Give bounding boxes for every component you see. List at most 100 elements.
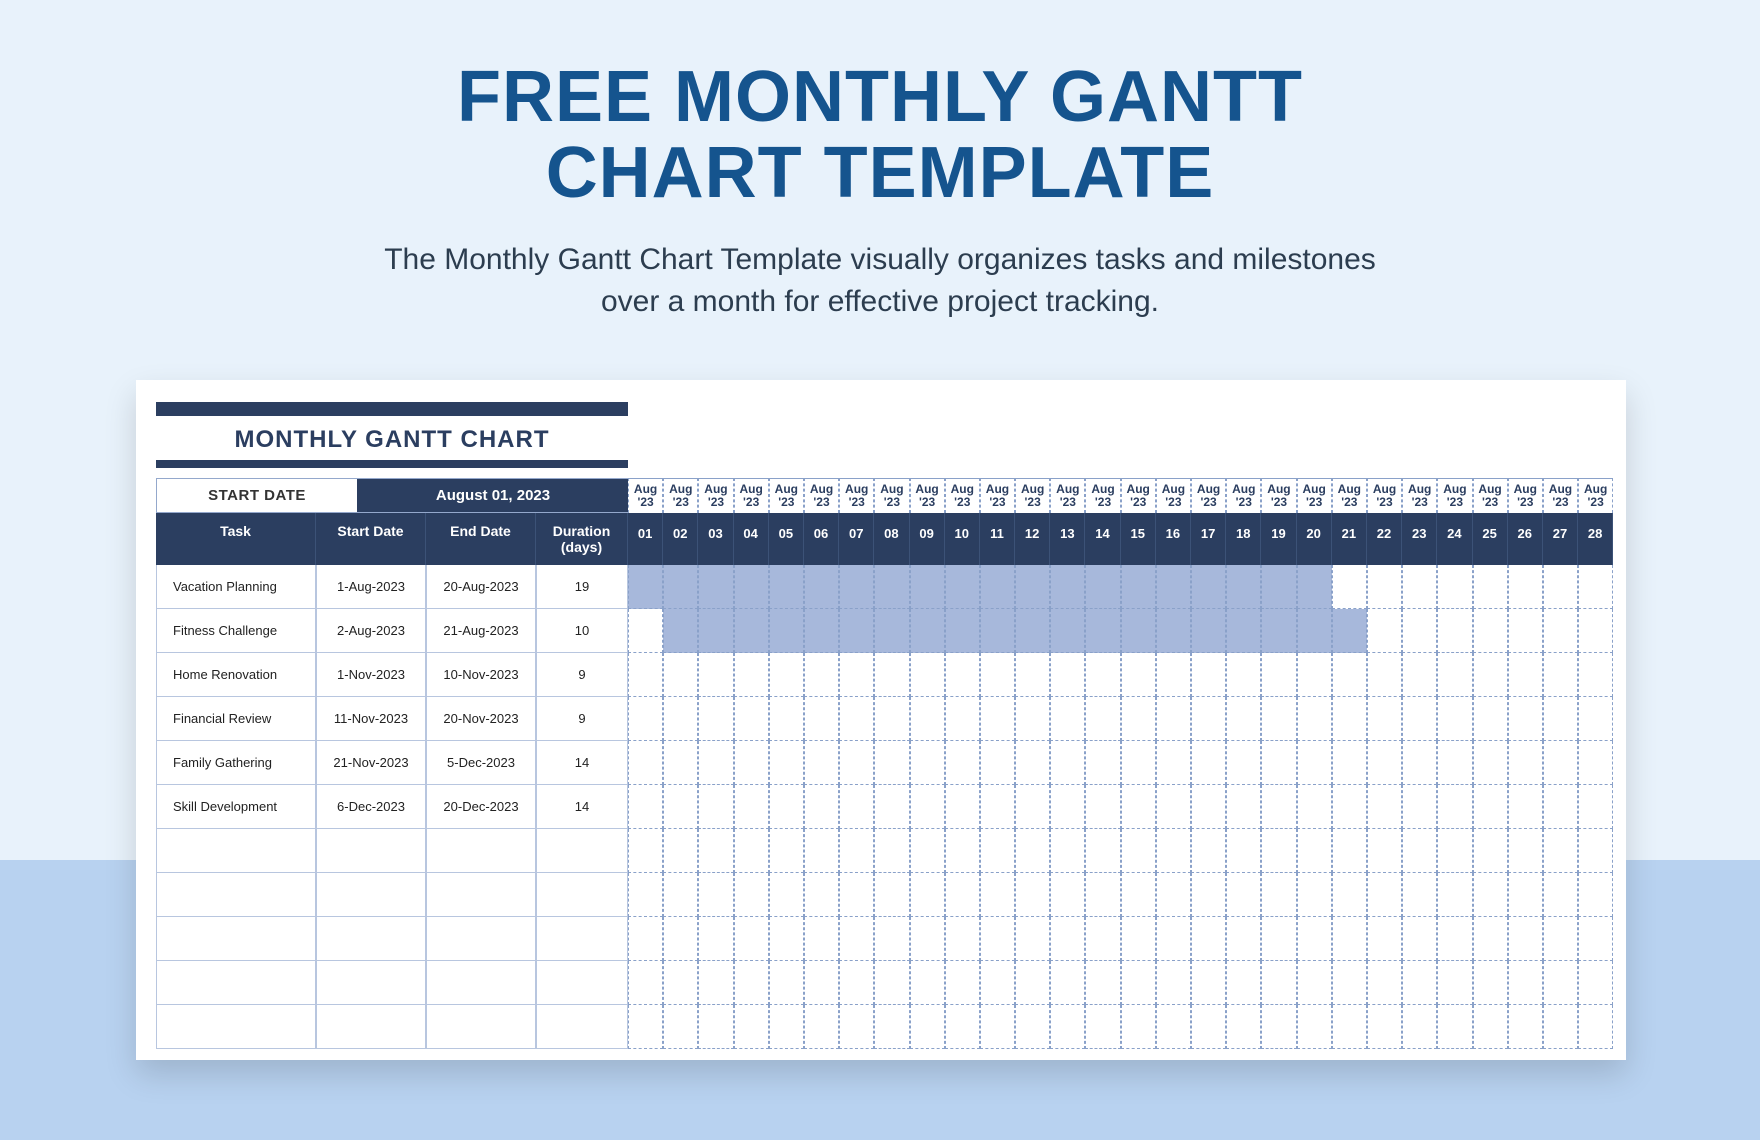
gantt-cell [980,873,1015,917]
gantt-cell [1508,653,1543,697]
gantt-cell [1402,873,1437,917]
gantt-cell [1226,961,1261,1005]
gantt-bar-cell [1226,609,1261,653]
gantt-bar-cell [734,565,769,609]
gantt-cell [1543,1005,1578,1049]
gantt-bar-cell [910,565,945,609]
gantt-cell [839,785,874,829]
gantt-cell [1402,785,1437,829]
gantt-cell [1473,653,1508,697]
col-start: Start Date [316,513,426,565]
gantt-header-row: Task Start Date End Date Duration (days)… [156,513,1614,565]
gantt-cell [1543,829,1578,873]
gantt-bar-cell [1297,565,1332,609]
month-cell: Aug'23 [910,478,945,513]
gantt-cell [945,653,980,697]
day-header: 22 [1367,513,1402,565]
gantt-cell [945,785,980,829]
gantt-cell [1226,873,1261,917]
gantt-bar-cell [1050,565,1085,609]
gantt-bar-cell [839,565,874,609]
cell-end: 20-Dec-2023 [426,785,536,829]
gantt-cell [1226,785,1261,829]
day-header: 21 [1332,513,1367,565]
page-title: FREE MONTHLY GANTT CHART TEMPLATE [0,0,1760,211]
day-header: 08 [874,513,909,565]
cell-duration: 9 [536,653,628,697]
gantt-cell [1156,917,1191,961]
title-line-2: CHART TEMPLATE [546,133,1215,213]
gantt-cell [628,873,663,917]
gantt-cell [628,653,663,697]
gantt-cell [698,961,733,1005]
gantt-cell [839,917,874,961]
gantt-cell [734,1005,769,1049]
left-cells [156,873,628,917]
gantt-cell [1121,1005,1156,1049]
day-header: 17 [1191,513,1226,565]
gantt-cell [663,873,698,917]
month-cell: Aug'23 [1121,478,1156,513]
day-header: 07 [839,513,874,565]
gantt-cell [1402,829,1437,873]
left-cells: Fitness Challenge2-Aug-202321-Aug-202310 [156,609,628,653]
cell-start: 1-Aug-2023 [316,565,426,609]
gantt-cell [1578,961,1613,1005]
gantt-cell [1261,697,1296,741]
cell-end: 21-Aug-2023 [426,609,536,653]
gantt-cell [1332,873,1367,917]
gantt-cell [1508,873,1543,917]
cell-task: Skill Development [156,785,316,829]
gantt-cell [1191,1005,1226,1049]
gantt-cell [1367,697,1402,741]
left-cells [156,961,628,1005]
gantt-cell [1121,785,1156,829]
gantt-cell [1543,609,1578,653]
gantt-cell [1508,697,1543,741]
stripe-bottom [156,460,628,468]
gantt-cell [734,653,769,697]
day-header: 20 [1297,513,1332,565]
gantt-bar-cell [1261,565,1296,609]
gantt-cell [1402,917,1437,961]
month-cell: Aug'23 [804,478,839,513]
day-header: 01 [628,513,663,565]
gantt-cell [698,1005,733,1049]
subtitle-line-1: The Monthly Gantt Chart Template visuall… [384,243,1376,276]
gantt-cell [1261,873,1296,917]
gantt-cell [628,1005,663,1049]
gantt-cell [980,829,1015,873]
gantt-cell [1085,653,1120,697]
gantt-cell [1578,653,1613,697]
gantt-cell [945,829,980,873]
cell-start [316,1005,426,1049]
left-cells [156,1005,628,1049]
month-cell: Aug'23 [945,478,980,513]
gantt-bar-cell [769,565,804,609]
day-header: 13 [1050,513,1085,565]
gantt-cell [663,697,698,741]
gantt-cell [980,1005,1015,1049]
gantt-cell [804,1005,839,1049]
month-cell: Aug'23 [874,478,909,513]
gantt-cell [1578,917,1613,961]
gantt-cell [1261,829,1296,873]
gantt-bar-cell [769,609,804,653]
gantt-cell [910,697,945,741]
cell-duration: 10 [536,609,628,653]
gantt-cell [945,917,980,961]
gantt-cell [1191,829,1226,873]
gantt-cell [1121,873,1156,917]
gantt-cell [1050,873,1085,917]
table-row [156,873,1614,917]
gantt-bar-cell [1121,565,1156,609]
gantt-cell [1261,741,1296,785]
gantt-cell [1297,961,1332,1005]
gantt-cell [1543,653,1578,697]
chart-title: MONTHLY GANTT CHART [156,422,628,460]
gantt-cell [1191,873,1226,917]
gantt-cell [769,873,804,917]
month-cell: Aug'23 [1508,478,1543,513]
gantt-cell [1050,917,1085,961]
gantt-cell [1015,917,1050,961]
